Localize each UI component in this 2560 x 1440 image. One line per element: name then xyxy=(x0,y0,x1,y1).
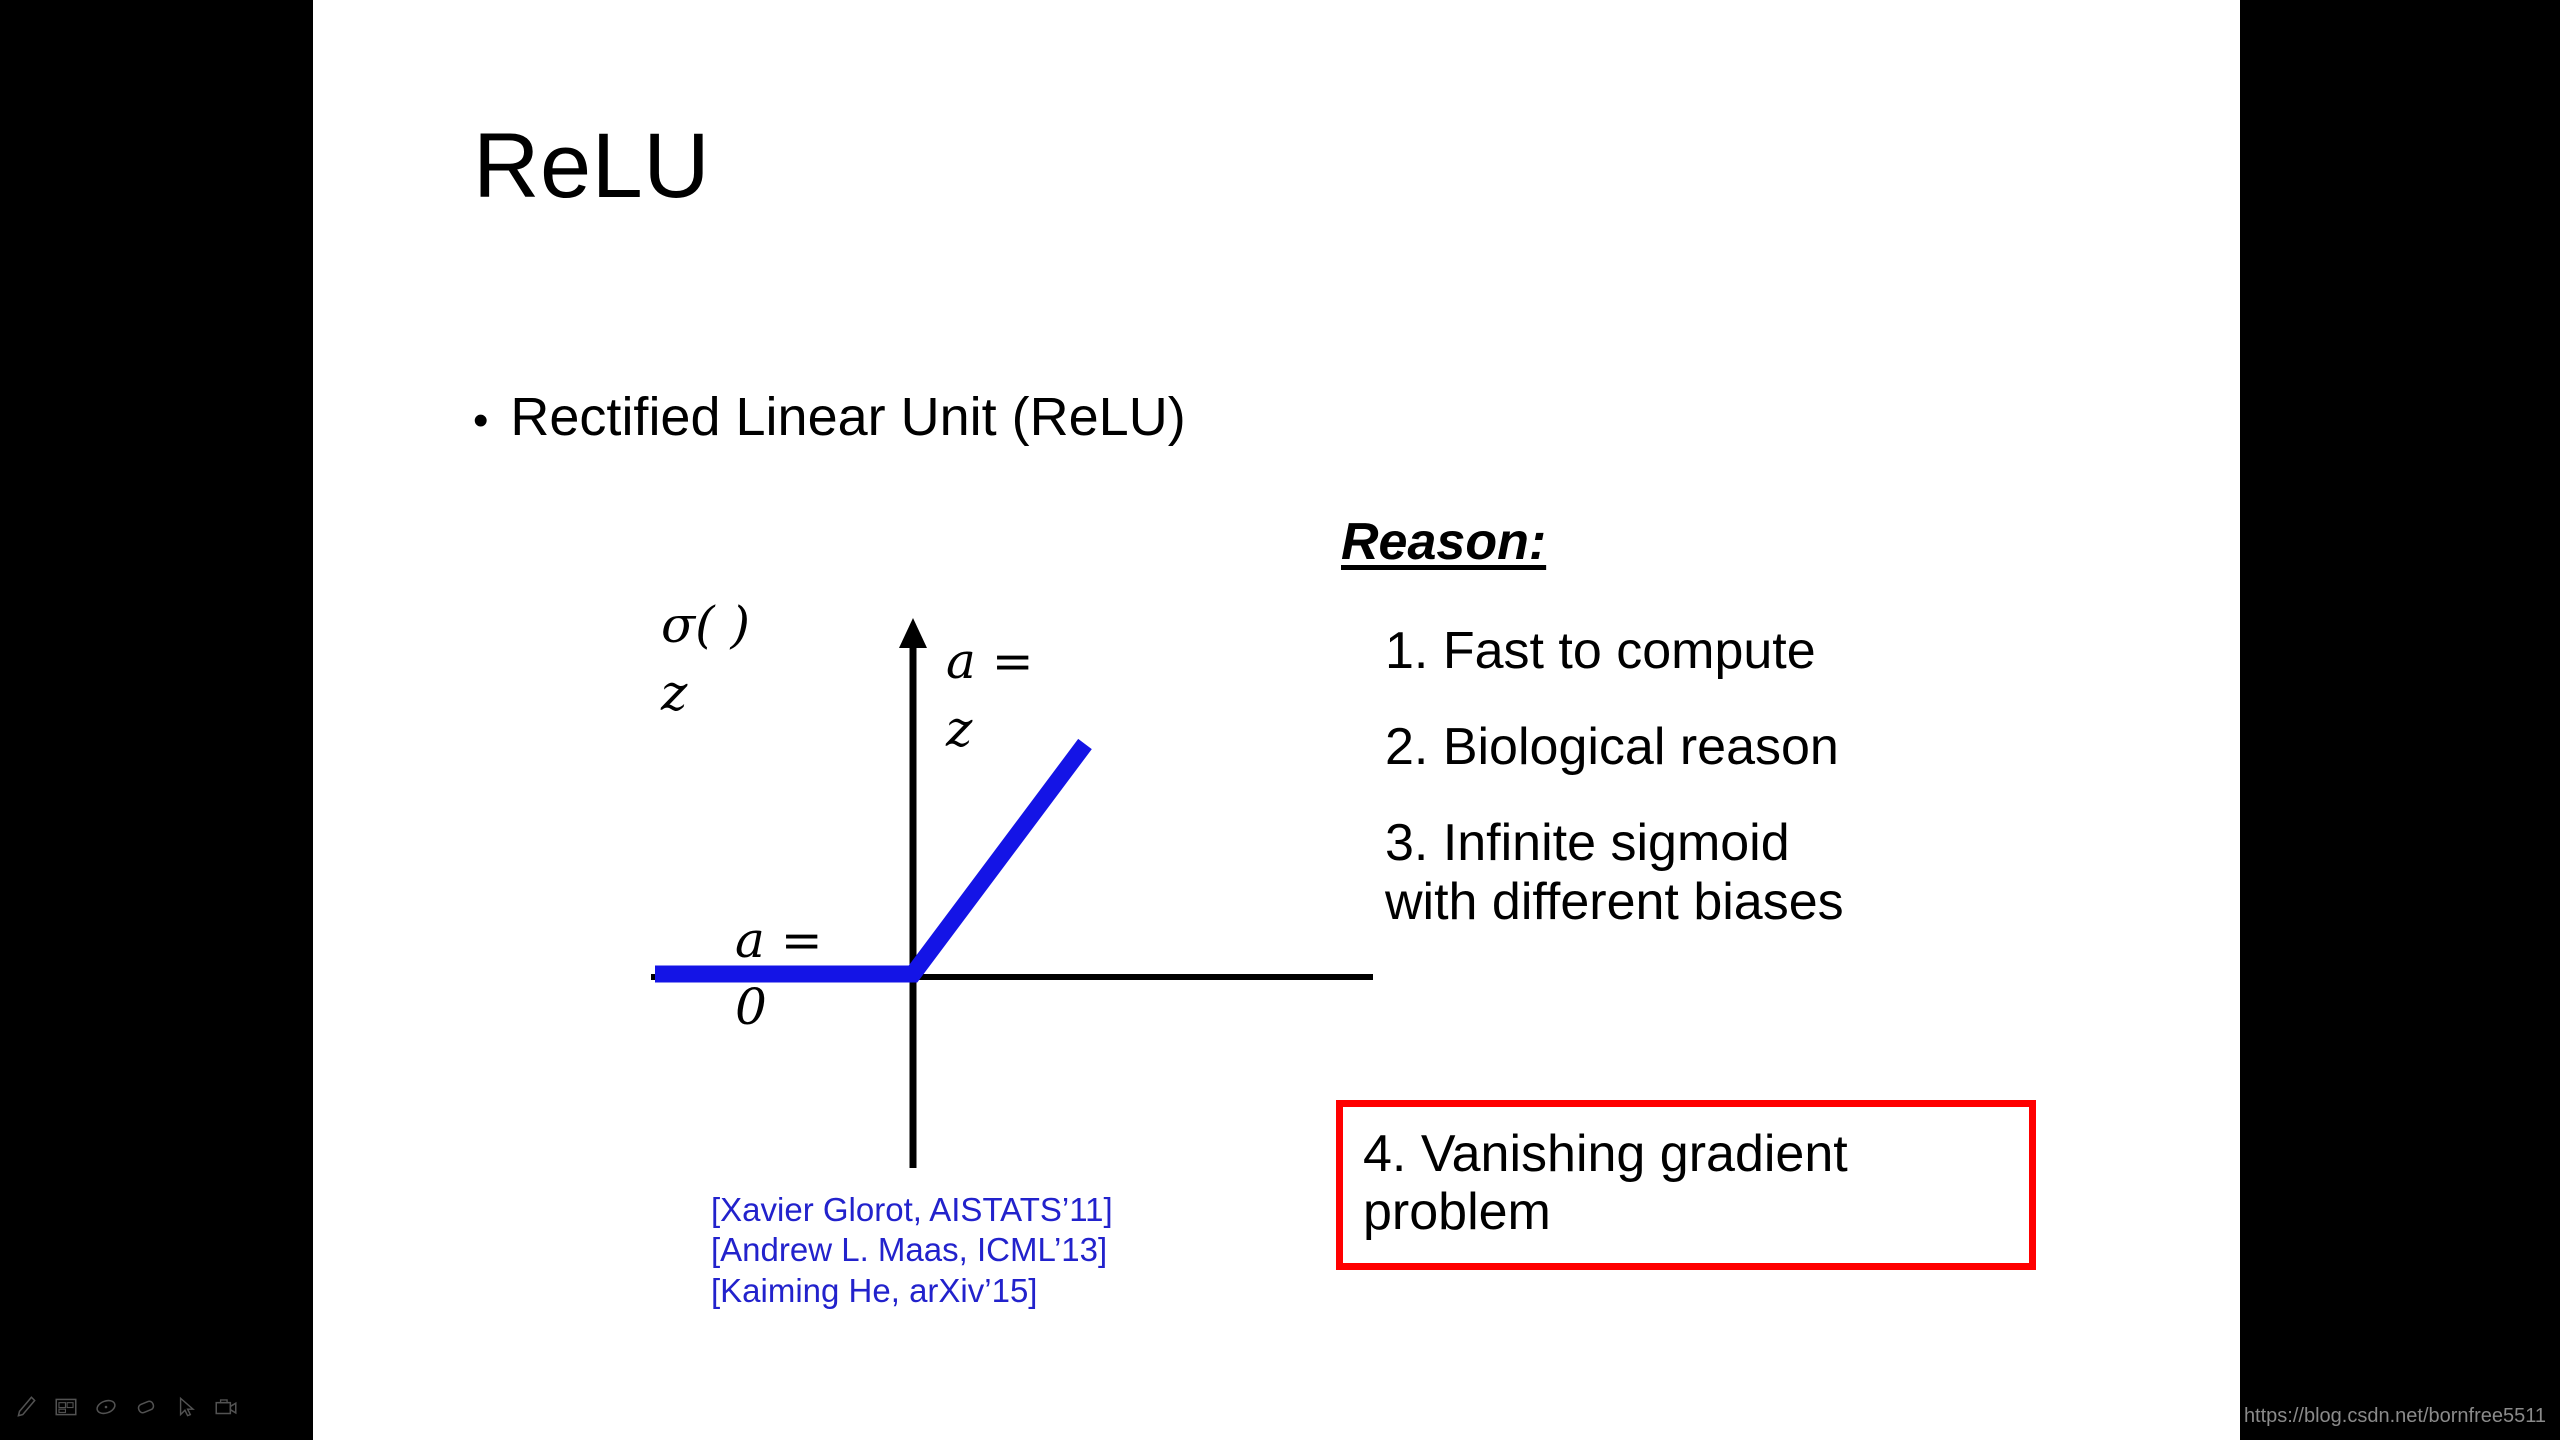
a-equals-label-2: a = xyxy=(946,632,1034,690)
bullet-list-item: • Rectified Linear Unit (ReLU) xyxy=(473,390,1186,444)
reason-item-3: 3. Infinite sigmoid with different biase… xyxy=(1385,814,1844,931)
relu-plot-svg xyxy=(651,618,1373,1168)
highlighter-icon[interactable] xyxy=(91,1394,121,1420)
sigma-label: σ( ) xyxy=(661,596,751,654)
page-title: ReLU xyxy=(473,115,711,217)
relu-curve xyxy=(655,738,1092,983)
bullet-item-label: Rectified Linear Unit (ReLU) xyxy=(510,387,1186,447)
sigma-arg-label: z xyxy=(661,664,688,722)
presentation-screen: ReLU • Rectified Linear Unit (ReLU) σ( )… xyxy=(0,0,2560,1440)
bullet-dot-icon: • xyxy=(473,396,489,445)
reason-item-1: 1. Fast to compute xyxy=(1385,622,1816,680)
citation-item: [Kaiming He, arXiv’15] xyxy=(711,1271,1038,1309)
camera-icon[interactable] xyxy=(211,1394,241,1420)
reason-item-2: 2. Biological reason xyxy=(1385,718,1839,777)
watermark-url: https://blog.csdn.net/bornfree5511 xyxy=(2243,1405,2546,1427)
a-equals-label: a = xyxy=(735,911,823,969)
presentation-ink-toolbar[interactable] xyxy=(11,1394,241,1420)
z-value-label: z xyxy=(946,700,973,758)
pointer-icon[interactable] xyxy=(171,1394,201,1420)
citation-item: [Andrew L. Maas, ICML’13] xyxy=(711,1231,1108,1269)
relu-graph: σ( ) z a = 0 a = z xyxy=(613,600,1373,1200)
slide-canvas: ReLU • Rectified Linear Unit (ReLU) σ( )… xyxy=(313,0,2240,1440)
pen-icon[interactable] xyxy=(11,1394,41,1420)
slide-thumbnails-icon[interactable] xyxy=(51,1394,81,1420)
citation-list: [Xavier Glorot, AISTATS’11] [Andrew L. M… xyxy=(711,1190,1113,1311)
citation-item: [Xavier Glorot, AISTATS’11] xyxy=(711,1191,1113,1228)
highlighted-reason-box: 4. Vanishing gradient problem xyxy=(1336,1100,2036,1271)
eraser-icon[interactable] xyxy=(131,1394,161,1420)
y-axis-arrow-icon xyxy=(899,618,927,648)
a-zero-value: 0 xyxy=(735,978,767,1036)
reason-heading: Reason: xyxy=(1341,513,1547,571)
reason-item-4: 4. Vanishing gradient problem xyxy=(1363,1125,1848,1242)
reason-list: 1. Fast to compute 2. Biological reason … xyxy=(1385,622,2105,955)
